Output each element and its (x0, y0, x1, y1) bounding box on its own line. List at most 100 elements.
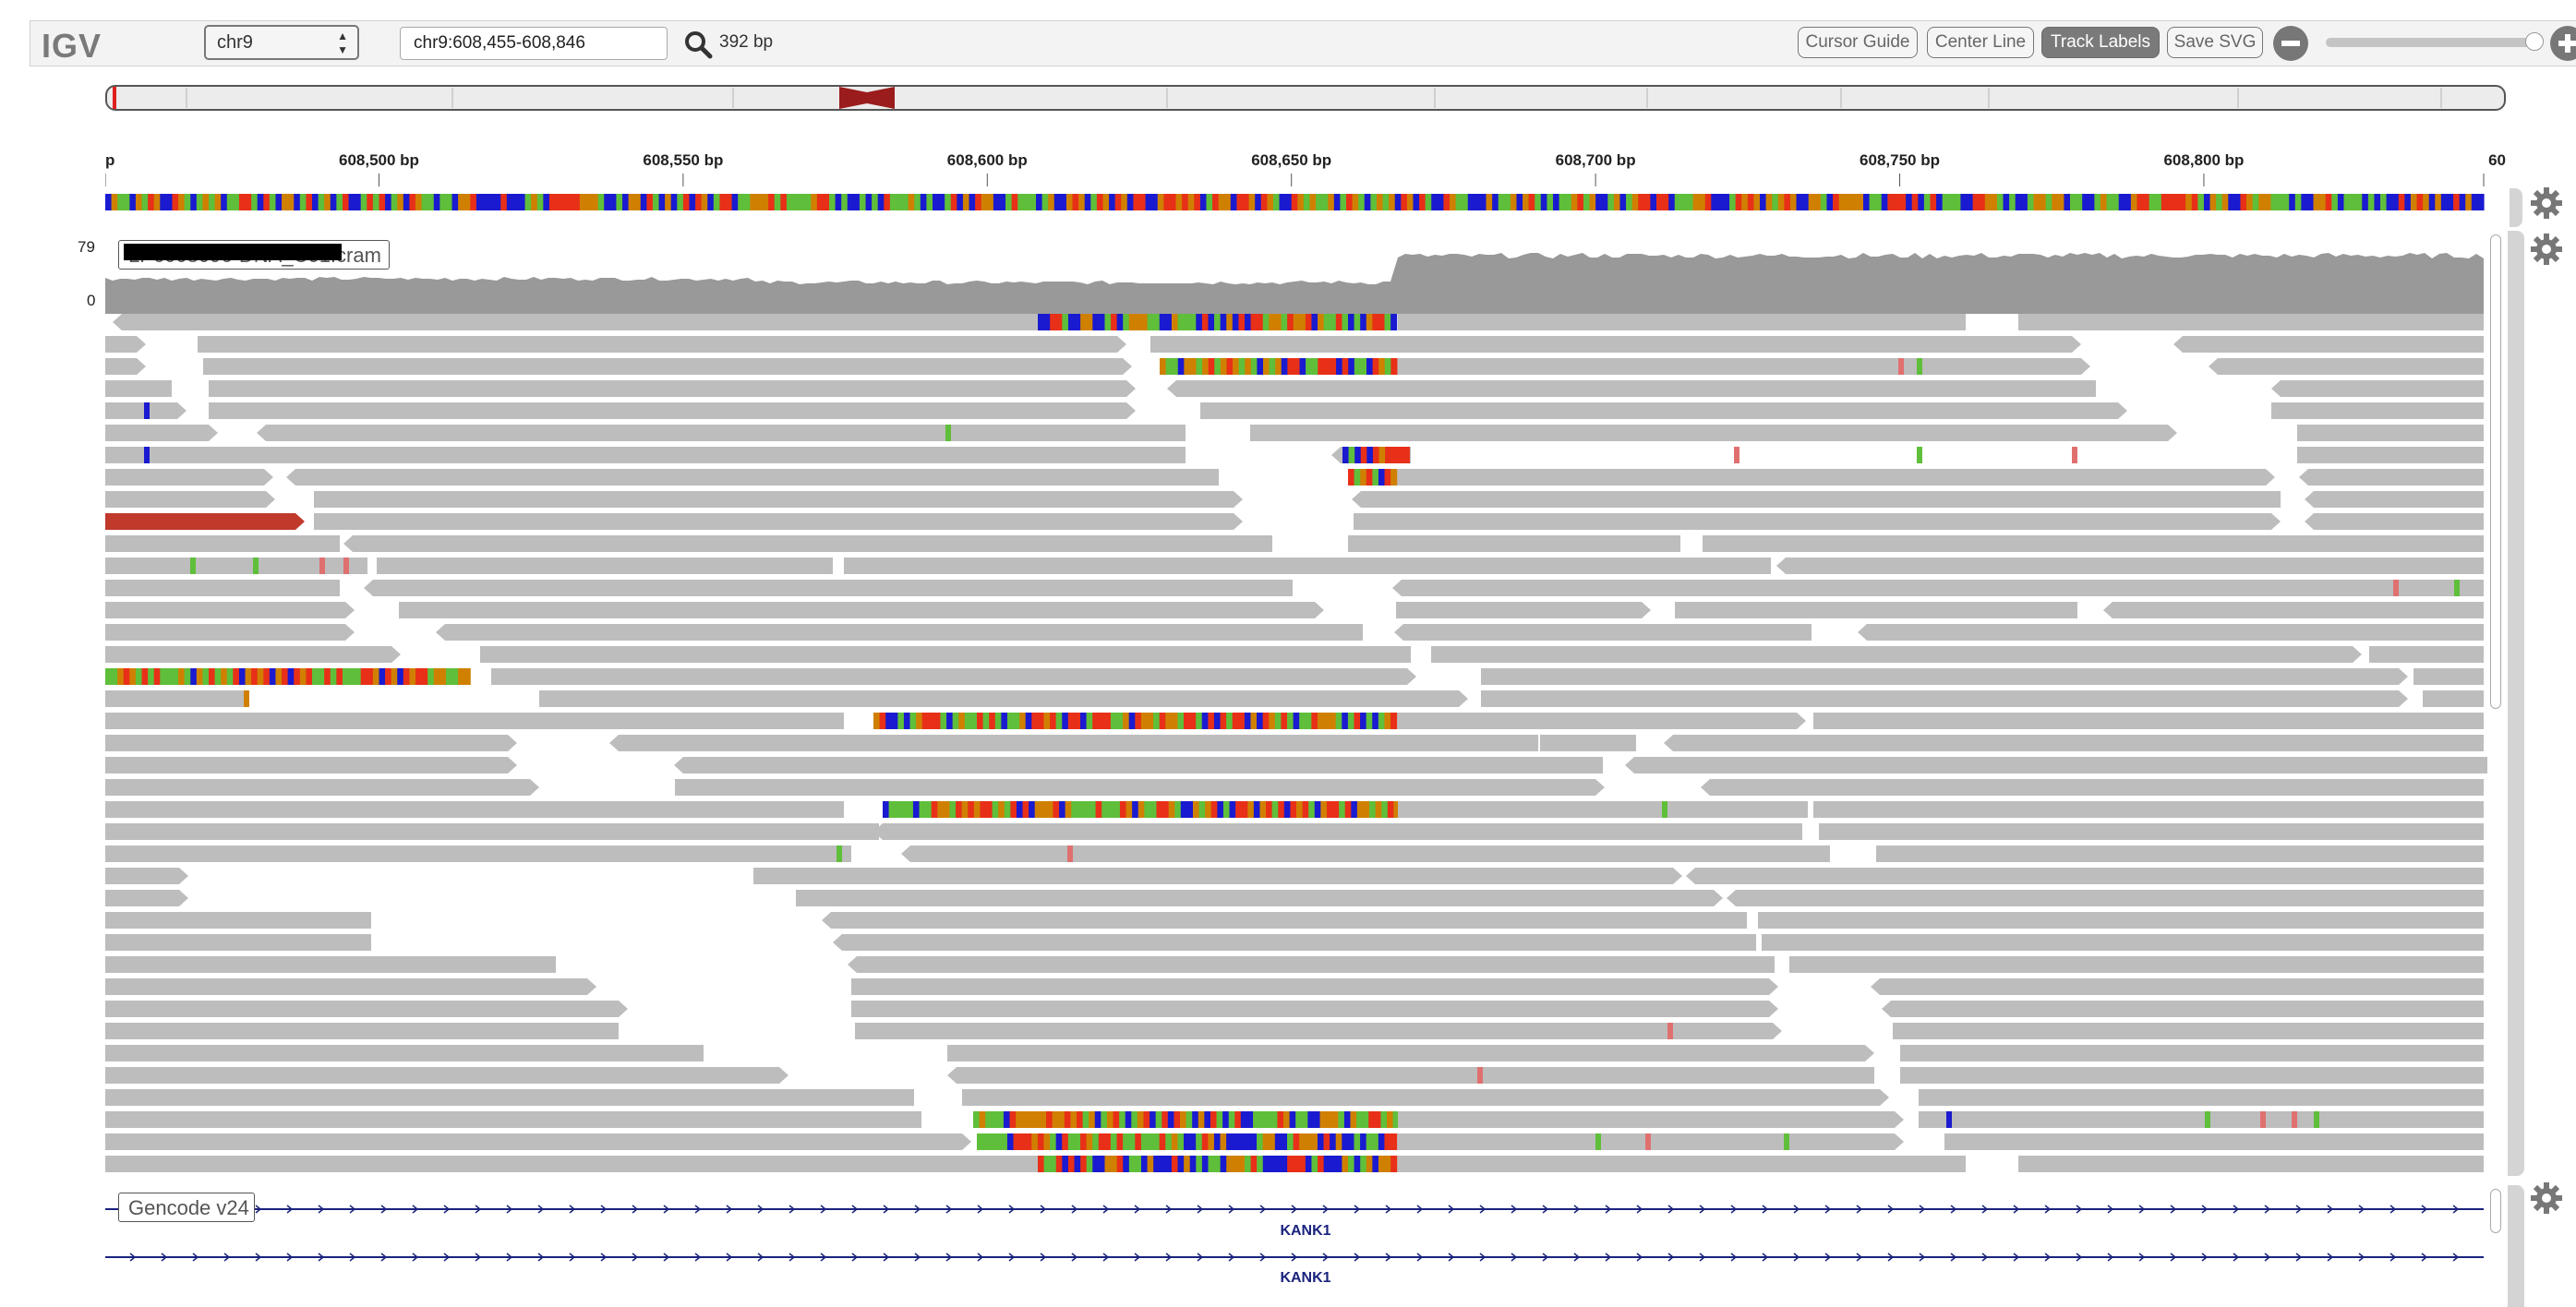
coverage-track[interactable] (105, 233, 2487, 314)
read (977, 1133, 1398, 1150)
sequence-base (2191, 194, 2198, 210)
sequence-base (1613, 194, 1621, 210)
sequence-base (421, 194, 428, 210)
sequence-base (2386, 194, 2393, 210)
alignment-scrollbar[interactable] (2490, 234, 2501, 709)
center-line-button[interactable]: Center Line (1927, 27, 2034, 58)
read (364, 580, 1293, 596)
read (1919, 1089, 2484, 1106)
sequence-base (1553, 194, 1560, 210)
sequence-track-drag-handle[interactable] (2510, 188, 2522, 227)
sequence-base (385, 194, 392, 210)
sequence-base (1248, 194, 1256, 210)
sequence-base (1850, 194, 1859, 210)
sequence-base (282, 194, 289, 210)
sequence-base (1340, 194, 1347, 210)
read (1686, 868, 2484, 884)
sequence-base (1078, 194, 1086, 210)
sequence-base (1048, 194, 1055, 210)
ruler-tick-label: 608,650 bp (1251, 151, 1332, 169)
gene-annotation-track[interactable] (105, 1191, 2487, 1307)
sequence-base (585, 194, 593, 210)
sequence-base (1729, 194, 1737, 210)
alignment-reads[interactable] (105, 314, 2487, 1181)
sequence-base (2465, 194, 2473, 210)
read (105, 535, 340, 552)
sequence-base (2113, 194, 2120, 210)
zoom-out-icon[interactable] (2272, 25, 2309, 62)
sequence-base (780, 194, 788, 210)
sequence-base (945, 194, 952, 210)
sequence-base (1716, 194, 1725, 210)
sequence-base (555, 194, 562, 210)
alignment-gear-icon[interactable] (2530, 233, 2563, 266)
read (1352, 491, 2281, 508)
read (539, 690, 1468, 707)
locus-search-input[interactable]: chr9:608,455-608,846 (400, 27, 668, 60)
read (1150, 336, 2081, 353)
sequence-base (1236, 194, 1244, 210)
read (209, 380, 1136, 397)
sequence-base (2319, 194, 2327, 210)
sequence-base (1784, 194, 1791, 210)
sequence-base (2161, 194, 2169, 210)
sequence-base (1589, 194, 1596, 210)
sequence-base (1607, 194, 1615, 210)
sequence-base (1255, 194, 1262, 210)
sequence-base (178, 194, 186, 210)
cursor-guide-button[interactable]: Cursor Guide (1798, 27, 1918, 58)
gene-name-label[interactable]: KANK1 (1280, 1270, 1330, 1287)
sequence-base (433, 194, 440, 210)
read (609, 735, 1538, 751)
sequence-base (1979, 194, 1986, 210)
gene-name-label[interactable]: KANK1 (1280, 1223, 1330, 1240)
sequence-base (1887, 194, 1895, 210)
sequence-base (707, 194, 715, 210)
sequence-base (768, 194, 776, 210)
igv-app: IGV chr9 ▲ ▼ chr9:608,455-608,846 392 bp … (0, 0, 2576, 1307)
sequence-base (1899, 194, 1907, 210)
sequence-base (1875, 194, 1883, 210)
read (947, 1067, 1874, 1084)
sequence-base (755, 194, 764, 210)
sequence-base (1747, 194, 1755, 210)
read (674, 757, 1603, 773)
sequence-base (1309, 194, 1317, 210)
alignment-track-drag-handle[interactable] (2508, 231, 2524, 1176)
annotation-scrollbar[interactable] (2490, 1189, 2501, 1233)
sequence-base (2233, 194, 2242, 210)
read (796, 890, 1723, 906)
sequence-base (2040, 194, 2047, 210)
sequence-base (1401, 194, 1408, 210)
search-icon[interactable] (682, 29, 714, 60)
sequence-base (1370, 194, 1378, 210)
sequence-base (604, 194, 611, 210)
sequence-base (1918, 194, 1925, 210)
chromosome-ideogram[interactable] (105, 85, 2506, 113)
save-svg-button[interactable]: Save SVG (2167, 27, 2263, 58)
sequence-base (1735, 194, 1742, 210)
sequence-base (2380, 194, 2388, 210)
sequence-base (360, 194, 367, 210)
sequence-base (1936, 194, 1944, 210)
sequence-base (1084, 194, 1091, 210)
chromosome-select[interactable]: chr9 ▲ ▼ (204, 25, 359, 60)
sequence-gear-icon[interactable] (2530, 186, 2563, 220)
sequence-base (1333, 194, 1342, 210)
coverage-max-label: 79 (78, 238, 95, 256)
sequence-base (451, 194, 459, 210)
sequence-base (263, 194, 271, 210)
zoom-in-icon[interactable] (2549, 25, 2576, 62)
read (1398, 801, 1808, 818)
zoom-slider-handle[interactable] (2525, 32, 2544, 51)
sequence-base (1474, 194, 1481, 210)
read (855, 1023, 1782, 1039)
annotation-gear-icon[interactable] (2530, 1181, 2563, 1215)
zoom-slider[interactable] (2326, 38, 2538, 47)
track-labels-button[interactable]: Track Labels (2041, 27, 2160, 58)
sequence-base (165, 194, 174, 210)
annotation-track-drag-handle[interactable] (2508, 1185, 2524, 1307)
sequence-base (1723, 194, 1730, 210)
sequence-base (811, 194, 818, 210)
sequence-base (884, 194, 891, 210)
